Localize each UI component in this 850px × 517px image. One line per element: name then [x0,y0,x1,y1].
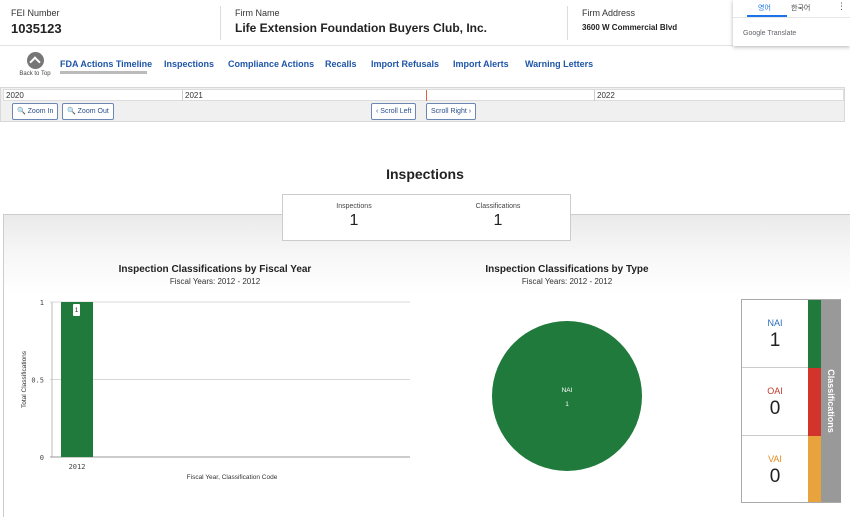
zoom-out-button[interactable]: 🔍 Zoom Out [62,103,114,120]
x-axis-label: Fiscal Year, Classification Code [187,474,278,481]
scroll-right-button[interactable]: Scroll Right › [426,103,477,120]
active-tab-indicator [747,15,787,17]
pie-slice [492,321,642,471]
translate-tab-korean[interactable]: 한국어 [791,3,810,13]
firm-name-cell: Firm Name Life Extension Foundation Buye… [224,0,566,46]
nai-count: 1 [769,330,781,351]
fei-number-cell: FEI Number 1035123 [0,0,220,46]
classifications-stat-label: Classifications [475,203,521,210]
header-divider [220,6,221,40]
classifications-summary: NAI 1 OAI 0 VAI 0 Classifications [741,299,841,503]
back-to-top-label: Back to Top [19,71,51,77]
vai-color-bar [808,436,821,502]
oai-label: OAI [767,386,783,396]
tab-import-refusals[interactable]: Import Refusals [371,59,439,69]
pie-chart-heading: Inspection Classifications by Type Fisca… [397,264,737,286]
firm-address-label: Firm Address [582,8,636,18]
google-translate-popup: 영어 한국어 ⋮ Google Translate [733,0,850,46]
timeline-year: 2021 [182,90,594,101]
inspections-stat: Inspections 1 [289,203,419,230]
scroll-left-button[interactable]: ‹ Scroll Left [371,103,417,120]
back-to-top-button[interactable]: Back to Top [14,52,56,77]
chevron-up-icon [26,52,44,69]
translate-tab-english[interactable]: 영어 [758,3,771,13]
classification-nai[interactable]: NAI 1 [742,300,808,368]
tab-import-alerts[interactable]: Import Alerts [453,59,509,69]
pie-chart: NAI 1 [492,321,642,471]
bar [61,302,93,457]
inspections-stat-value: 1 [349,212,359,229]
x-tick-label: 2012 [69,463,86,471]
firm-address-cell: Firm Address 3600 W Commercial Blvd [571,0,731,46]
timeline-year: 2020 [6,91,24,100]
translate-language-tabs: 영어 한국어 ⋮ [733,0,850,18]
firm-header: FEI Number 1035123 Firm Name Life Extens… [0,0,850,46]
tab-warning-letters[interactable]: Warning Letters [525,59,593,69]
timeline-today-marker [426,90,427,101]
fei-number-value: 1035123 [11,21,62,36]
bar-chart: 00.5112012Fiscal Year, Classification Co… [21,299,410,481]
header-divider [567,6,568,40]
y-tick-label: 1 [40,299,44,307]
classifications-stat: Classifications 1 [433,203,563,230]
firm-name-label: Firm Name [235,8,280,18]
inspections-stat-label: Inspections [336,203,372,210]
vai-count: 0 [769,466,781,487]
google-translate-brand: Google Translate [743,30,797,37]
bar-chart-subtitle: Fiscal Years: 2012 - 2012 [169,277,261,286]
firm-name-value: Life Extension Foundation Buyers Club, I… [235,21,488,35]
fei-number-label: FEI Number [11,8,60,18]
pie-slice-label: NAI [562,387,573,394]
tab-compliance-actions[interactable]: Compliance Actions [228,59,314,69]
oai-color-bar [808,368,821,436]
timeline-axis[interactable]: 2020 2021 2022 [3,89,844,101]
pie-slice-value: 1 [565,401,569,408]
classifications-side-label: Classifications [826,369,836,433]
pie-chart-subtitle: Fiscal Years: 2012 - 2012 [521,277,613,286]
more-options-icon[interactable]: ⋮ [837,1,846,12]
classifications-side-tab[interactable]: Classifications [821,300,841,502]
zoom-in-button[interactable]: 🔍 Zoom In [12,103,59,120]
fda-actions-timeline: 2020 2021 2022 🔍 Zoom In 🔍 Zoom Out ‹ Sc… [0,87,845,122]
classification-vai[interactable]: VAI 0 [742,436,808,504]
nai-label: NAI [767,318,783,328]
classification-oai[interactable]: OAI 0 [742,368,808,436]
active-tab-underline [60,71,147,74]
y-tick-label: 0.5 [31,377,44,385]
bar-chart-heading: Inspection Classifications by Fiscal Yea… [45,264,385,286]
section-title: Inspections [386,166,464,182]
y-tick-label: 0 [40,454,44,462]
tab-inspections[interactable]: Inspections [164,59,214,69]
section-nav: Back to Top FDA Actions Timeline Inspect… [0,47,850,85]
vai-label: VAI [768,454,782,464]
firm-address-value: 3600 W Commercial Blvd [582,23,678,32]
nai-color-bar [808,300,821,368]
timeline-year: 2022 [594,90,843,101]
bar-chart-title: Inspection Classifications by Fiscal Yea… [118,264,312,275]
inspection-stats: Inspections 1 Classifications 1 [282,194,571,241]
pie-chart-title: Inspection Classifications by Type [485,264,649,275]
tab-fda-actions-timeline[interactable]: FDA Actions Timeline [60,59,152,69]
y-axis-label: Total Classifications [21,350,28,408]
oai-count: 0 [769,398,781,419]
tab-recalls[interactable]: Recalls [325,59,357,69]
classifications-stat-value: 1 [493,212,503,229]
